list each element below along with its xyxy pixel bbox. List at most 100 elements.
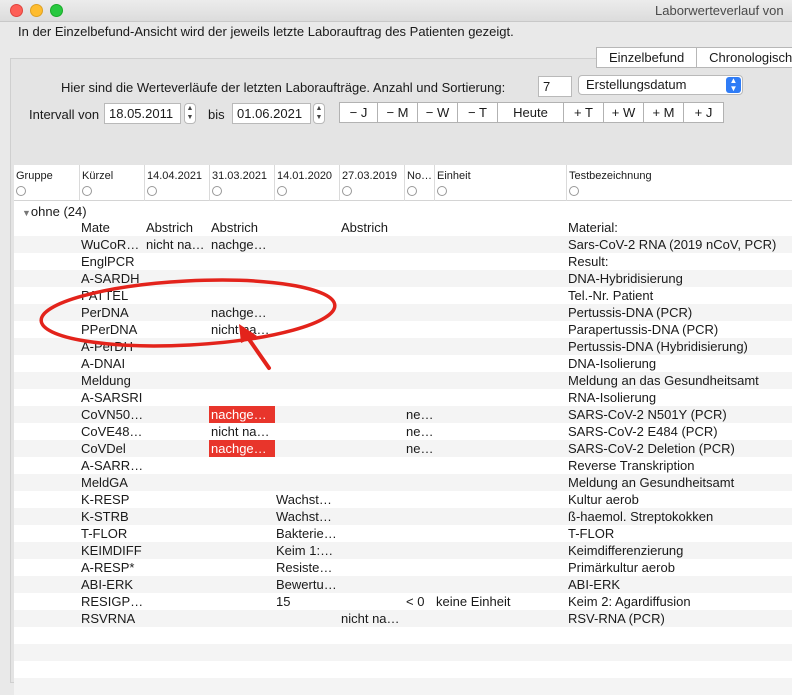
table-cell-date-4 xyxy=(339,542,404,559)
table-row[interactable]: K-STRB Wachst… ß-haemol. Streptokokken xyxy=(14,508,792,525)
table-row[interactable]: RSVRNA nicht na… RSV-RNA (PCR) xyxy=(14,610,792,627)
tab-chronologisch[interactable]: Chronologisch xyxy=(697,47,792,68)
table-cell-normal: ne… xyxy=(406,424,434,439)
table-cell-date-3 xyxy=(274,372,339,389)
column-header-date-2[interactable]: 31.03.2021 xyxy=(209,165,274,201)
column-header-testbezeichnung[interactable]: Testbezeichnung xyxy=(566,165,792,201)
minimize-window-button[interactable] xyxy=(30,4,43,17)
table-cell-date-1 xyxy=(144,321,209,338)
table-cell-date-1 xyxy=(144,355,209,372)
table-row[interactable]: A-DNAI DNA-Isolierung xyxy=(14,355,792,372)
table-row[interactable]: Meldung Meldung an das Gesundheitsamt xyxy=(14,372,792,389)
date-to-stepper[interactable]: ▲ ▼ xyxy=(313,103,325,124)
table-cell-date-4 xyxy=(339,355,404,372)
tab-einzelbefund[interactable]: Einzelbefund xyxy=(596,47,698,68)
column-filter-radio[interactable] xyxy=(147,186,157,196)
table-cell-testbezeichnung: Meldung an Gesundheitsamt xyxy=(568,475,735,490)
table-cell-kuerzel: A-SARR… xyxy=(81,458,144,473)
count-input[interactable]: 7 xyxy=(538,76,572,97)
column-header-kuerzel[interactable]: Kürzel xyxy=(79,165,144,201)
table-cell-date-2 xyxy=(209,389,274,406)
column-filter-radio[interactable] xyxy=(82,186,92,196)
table-cell-date-2 xyxy=(209,287,274,304)
table-cell-normal xyxy=(404,372,434,389)
column-header-einheit[interactable]: Einheit xyxy=(434,165,566,201)
table-row[interactable]: PPerDNA nicht na… Parapertussis-DNA (PCR) xyxy=(14,321,792,338)
table-cell-normal: ne… xyxy=(406,441,434,456)
table-cell-einheit xyxy=(434,338,566,355)
sort-select[interactable]: Erstellungsdatum ▲ ▼ xyxy=(578,75,743,95)
table-row[interactable]: A-SARR… Reverse Transkription xyxy=(14,457,792,474)
today-button[interactable]: Heute xyxy=(498,102,564,123)
table-row[interactable]: A-SARSRI RNA-Isolierung xyxy=(14,389,792,406)
table-row[interactable]: KEIMDIFF Keim 1:… Keimdifferenzierung xyxy=(14,542,792,559)
table-cell-testbezeichnung: ABI-ERK xyxy=(568,577,621,592)
table-cell-date-1 xyxy=(144,576,209,593)
lab-values-table: Gruppe Kürzel 14.04.2021 31.03.2021 14.01.20… xyxy=(14,165,792,695)
table-cell-normal xyxy=(404,525,434,542)
date-from-input[interactable]: 18.05.2011 xyxy=(104,103,181,124)
table-cell-date-3 xyxy=(274,321,339,338)
disclosure-triangle-icon[interactable]: ▼ xyxy=(22,208,31,218)
table-row[interactable]: RESIGP… 15 < 0 keine Einheit Keim 2: Agardif… xyxy=(14,593,792,610)
minus-week-button[interactable]: − W xyxy=(418,102,458,123)
column-filter-radio[interactable] xyxy=(16,186,26,196)
empty-row xyxy=(14,661,792,678)
minus-year-button[interactable]: − J xyxy=(339,102,378,123)
column-header-date-3[interactable]: 14.01.2020 xyxy=(274,165,339,201)
table-cell-kuerzel: ABI-ERK xyxy=(81,577,134,592)
table-row[interactable]: CoVDel nachge… ne… SARS-CoV-2 Deletion (PCR… xyxy=(14,440,792,457)
group-row[interactable]: ▼ohne (24) xyxy=(22,204,87,219)
table-row[interactable]: CoVN50… nachge… ne… SARS-CoV-2 N501Y (PCR) xyxy=(14,406,792,423)
table-cell-kuerzel: PPerDNA xyxy=(81,322,138,337)
table-cell-date-1 xyxy=(144,287,209,304)
table-row[interactable]: EnglPCR Result: xyxy=(14,253,792,270)
table-row[interactable]: Mate Abstrich Abstrich Abstrich Material: xyxy=(14,219,792,236)
table-row[interactable]: A-RESP* Resiste… Primärkultur aerob xyxy=(14,559,792,576)
column-header-gruppe[interactable]: Gruppe xyxy=(14,165,79,201)
table-cell-testbezeichnung: Sars-CoV-2 RNA (2019 nCoV, PCR) xyxy=(568,237,777,252)
table-row[interactable]: ABI-ERK Bewertu… ABI-ERK xyxy=(14,576,792,593)
table-cell-normal xyxy=(404,253,434,270)
table-cell-date-2 xyxy=(209,559,274,576)
table-row[interactable]: A-SARDH DNA-Hybridisierung xyxy=(14,270,792,287)
column-header-date-4[interactable]: 27.03.2019 xyxy=(339,165,404,201)
table-row[interactable]: A-PerDH Pertussis-DNA (Hybridisierung) xyxy=(14,338,792,355)
column-filter-radio[interactable] xyxy=(277,186,287,196)
info-text: In der Einzelbefund-Ansicht wird der jew… xyxy=(18,24,514,39)
table-cell-date-3 xyxy=(274,474,339,491)
table-cell-kuerzel: MeldGA xyxy=(81,475,128,490)
table-row[interactable]: PerDNA nachge… Pertussis-DNA (PCR) xyxy=(14,304,792,321)
column-filter-radio[interactable] xyxy=(569,186,579,196)
column-header-date-1[interactable]: 14.04.2021 xyxy=(144,165,209,201)
date-to-input[interactable]: 01.06.2021 xyxy=(232,103,311,124)
table-row[interactable]: WuCoR… nicht na… nachge… Sars-CoV-2 RNA (20… xyxy=(14,236,792,253)
column-filter-radio[interactable] xyxy=(437,186,447,196)
plus-week-button[interactable]: + W xyxy=(604,102,644,123)
table-row[interactable]: T-FLOR Bakterie… T-FLOR xyxy=(14,525,792,542)
minus-month-button[interactable]: − M xyxy=(378,102,418,123)
table-cell-normal xyxy=(404,321,434,338)
column-filter-radio[interactable] xyxy=(212,186,222,196)
plus-day-button[interactable]: + T xyxy=(564,102,604,123)
table-cell-testbezeichnung: Reverse Transkription xyxy=(568,458,695,473)
table-row[interactable]: K-RESP Wachst… Kultur aerob xyxy=(14,491,792,508)
title-bar: Laborwerteverlauf von xyxy=(0,0,792,22)
column-header-normal[interactable]: No… xyxy=(404,165,434,201)
minus-day-button[interactable]: − T xyxy=(458,102,498,123)
column-filter-radio[interactable] xyxy=(407,186,417,196)
zoom-window-button[interactable] xyxy=(50,4,63,17)
column-filter-radio[interactable] xyxy=(342,186,352,196)
table-cell-normal xyxy=(404,457,434,474)
table-cell-date-2 xyxy=(209,508,274,525)
plus-month-button[interactable]: + M xyxy=(644,102,684,123)
close-window-button[interactable] xyxy=(10,4,23,17)
table-row[interactable]: CoVE48… nicht na… ne… SARS-CoV-2 E484 (PCR) xyxy=(14,423,792,440)
date-from-stepper[interactable]: ▲ ▼ xyxy=(184,103,196,124)
table-row[interactable]: MeldGA Meldung an Gesundheitsamt xyxy=(14,474,792,491)
table-cell-date-2 xyxy=(209,610,274,627)
table-row[interactable]: PATTEL Tel.-Nr. Patient xyxy=(14,287,792,304)
table-cell-date-4 xyxy=(339,389,404,406)
plus-year-button[interactable]: + J xyxy=(684,102,724,123)
table-cell-normal xyxy=(404,559,434,576)
